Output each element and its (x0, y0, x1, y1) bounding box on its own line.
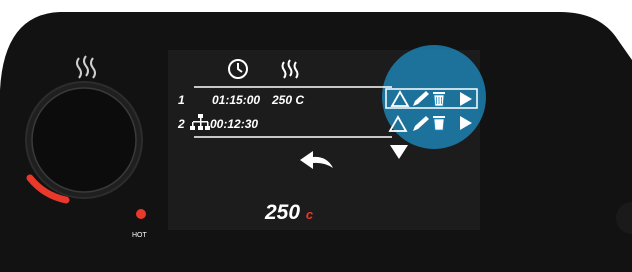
hot-indicator-light (136, 209, 146, 219)
row-1-time: 01:15:00 (212, 93, 261, 107)
current-temp-value: 250 (265, 201, 301, 224)
panel-body (0, 12, 632, 272)
control-knob[interactable] (31, 87, 137, 193)
trash-icon-lid (433, 92, 445, 94)
hot-label: HOT (132, 232, 147, 239)
current-temperature: 250 c (265, 201, 313, 225)
trash-icon (433, 94, 445, 107)
trash-icon (433, 118, 445, 131)
row-2-time: 00:12:30 (210, 117, 259, 131)
current-temp-unit: c (305, 207, 314, 222)
oven-control-panel: 1 01:15:00 250 C 2 00:12:30 250 c HOT (0, 0, 632, 272)
row-2-index: 2 (178, 117, 185, 131)
trash-icon-lid (433, 116, 445, 118)
row-1-index: 1 (178, 93, 185, 107)
row-1-temp: 250 C (272, 93, 305, 107)
